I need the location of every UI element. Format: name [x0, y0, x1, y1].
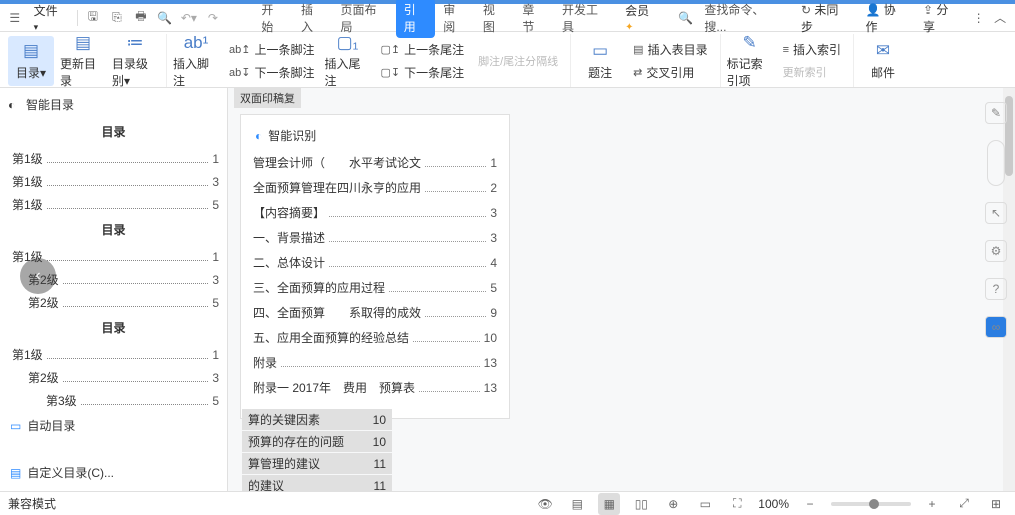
- undo-icon[interactable]: ↶▾: [178, 7, 200, 29]
- rs-pointer-icon[interactable]: ↖: [985, 202, 1007, 224]
- smart-toc-header[interactable]: ◐智能目录: [2, 92, 225, 117]
- tab-start[interactable]: 开始: [253, 0, 293, 38]
- update-index: 更新索引: [779, 62, 845, 82]
- doc-toc-row[interactable]: 五、应用全面预算的经验总结10: [251, 325, 499, 350]
- more-icon[interactable]: ⋮: [968, 7, 990, 29]
- cross-reference[interactable]: ⇄ 交叉引用: [629, 62, 711, 83]
- doc-toc-row[interactable]: 管理会计师（ 水平考试论文1: [251, 150, 499, 175]
- smart-recognize-header[interactable]: ◐ 智能识别: [251, 121, 499, 150]
- prev-endnote[interactable]: ▢↥ 上一条尾注: [376, 39, 468, 60]
- highlighted-lines: 算的关键因素10预算的存在的问题10算管理的建议11的建议11: [242, 408, 392, 496]
- mode-label: 兼容模式: [8, 495, 56, 512]
- file-menu[interactable]: 文件 ▾: [26, 0, 73, 36]
- toc-sample-row[interactable]: 第2级3: [2, 365, 225, 388]
- rs-edit-icon[interactable]: ✎: [985, 102, 1007, 124]
- doc-toc-row[interactable]: 三、全面预算的应用过程5: [251, 275, 499, 300]
- insert-endnote-button[interactable]: ▢₁插入尾注: [324, 36, 370, 86]
- toc-button[interactable]: ▤目录▾: [8, 36, 54, 86]
- tab-references[interactable]: 引用: [396, 0, 436, 38]
- doc-toc-row[interactable]: 一、背景描述3: [251, 225, 499, 250]
- find-icon[interactable]: 🔍: [154, 7, 176, 29]
- caption-button[interactable]: ▭题注: [577, 36, 623, 86]
- coop-button[interactable]: 👤 协作: [857, 0, 915, 38]
- rs-pill[interactable]: [987, 140, 1005, 186]
- sb-focus-icon[interactable]: ⛶: [726, 493, 748, 515]
- sb-web-icon[interactable]: ⊕: [662, 493, 684, 515]
- toc-sample-row[interactable]: 第1级3: [2, 169, 225, 192]
- sb-view1-icon[interactable]: ▤: [566, 493, 588, 515]
- ribbon: ▤目录▾ ▤更新目录 ≔目录级别▾ ab¹插入脚注 ab↥ 上一条脚注 ab↧ …: [0, 32, 1015, 88]
- print-icon[interactable]: 🖶: [130, 7, 152, 29]
- doc-page: ◐ 智能识别 管理会计师（ 水平考试论文1全面预算管理在四川永亨的应用2【内容摘…: [240, 114, 510, 419]
- footnote-separator: 脚注/尾注分隔线: [474, 51, 562, 71]
- rs-help-icon[interactable]: ?: [985, 278, 1007, 300]
- toc-sample-title-2: 目录: [2, 215, 225, 244]
- auto-toc[interactable]: ▭自动目录: [2, 411, 225, 440]
- cursor-overlay: ‹: [20, 258, 56, 294]
- sb-fullscreen-icon[interactable]: ⤢: [953, 493, 975, 515]
- sb-more-icon[interactable]: ⊞: [985, 493, 1007, 515]
- menu-icon[interactable]: ☰: [4, 7, 26, 29]
- update-toc-button[interactable]: ▤更新目录: [60, 36, 106, 86]
- highlight-line: 预算的存在的问题10: [242, 431, 392, 452]
- toc-sample-row[interactable]: 第1级1: [2, 146, 225, 169]
- doc-toc-row[interactable]: 全面预算管理在四川永亨的应用2: [251, 175, 499, 200]
- tab-dev[interactable]: 开发工具: [554, 0, 617, 38]
- rs-settings-icon[interactable]: ⚙: [985, 240, 1007, 262]
- toc-sample-title-1: 目录: [2, 117, 225, 146]
- zoom-label: 100%: [758, 497, 789, 511]
- doc-toc-row[interactable]: 附录13: [251, 350, 499, 375]
- share-button[interactable]: ⇪ 分享: [915, 0, 968, 38]
- search-icon[interactable]: 🔍: [675, 7, 697, 29]
- mail-button[interactable]: ✉邮件: [860, 36, 906, 86]
- sb-outline-icon[interactable]: ▭: [694, 493, 716, 515]
- toc-sample-row[interactable]: 第1级5: [2, 192, 225, 215]
- toc-sample-row[interactable]: 第3级5: [2, 388, 225, 411]
- right-sidebar: ✎ ↖ ⚙ ? ∞: [977, 96, 1015, 338]
- doc-toc-row[interactable]: 二、总体设计4: [251, 250, 499, 275]
- doc-toc-row[interactable]: 附录一 2017年 费用 预算表13: [251, 375, 499, 400]
- toc-dropdown-panel: ◐智能目录 目录 第1级1第1级3第1级5 目录 第1级1第2级3第2级5 目录…: [0, 88, 228, 491]
- doc-toc-row[interactable]: 四、全面预算 系取得的成效9: [251, 300, 499, 325]
- mark-index-button[interactable]: ✎标记索引项: [727, 36, 773, 86]
- doc-toc-row[interactable]: 【内容摘要】3: [251, 200, 499, 225]
- insert-index[interactable]: ≡ 插入索引: [779, 39, 845, 60]
- status-bar: 兼容模式 👁 ▤ ▦ ▯▯ ⊕ ▭ ⛶ 100% − + ⤢ ⊞: [0, 491, 1015, 515]
- tab-insert[interactable]: 插入: [293, 0, 333, 38]
- next-footnote[interactable]: ab↧ 下一条脚注: [225, 62, 318, 83]
- prev-footnote[interactable]: ab↥ 上一条脚注: [225, 39, 318, 60]
- rs-cloud-icon[interactable]: ∞: [985, 316, 1007, 338]
- redo-icon[interactable]: ↷: [202, 7, 224, 29]
- zoom-out-icon[interactable]: −: [799, 493, 821, 515]
- highlight-line: 算的关键因素10: [242, 409, 392, 430]
- zoom-slider[interactable]: [831, 502, 911, 506]
- toc-sample-title-3: 目录: [2, 313, 225, 342]
- insert-tof[interactable]: ▤ 插入表目录: [629, 39, 711, 60]
- tab-review[interactable]: 审阅: [435, 0, 475, 38]
- print-preview-icon[interactable]: ⎘: [106, 7, 128, 29]
- tab-view[interactable]: 视图: [475, 0, 515, 38]
- toc-sample-row[interactable]: 第1级1: [2, 342, 225, 365]
- zoom-in-icon[interactable]: +: [921, 493, 943, 515]
- sb-view2-icon[interactable]: ▦: [598, 493, 620, 515]
- custom-toc[interactable]: ▤自定义目录(C)...: [2, 458, 225, 487]
- sync-status[interactable]: ↻ 未同步: [793, 0, 858, 38]
- collapse-ribbon-icon[interactable]: ︿: [989, 7, 1011, 29]
- sb-eye-icon[interactable]: 👁: [534, 493, 556, 515]
- doc-cutoff-text: 双面印稿复: [234, 88, 301, 108]
- next-endnote[interactable]: ▢↧ 下一条尾注: [376, 62, 468, 83]
- highlight-line: 算管理的建议11: [242, 453, 392, 474]
- menubar: ☰ 文件 ▾ 🖫 ⎘ 🖶 🔍 ↶▾ ↷ 开始 插入 页面布局 引用 审阅 视图 …: [0, 4, 1015, 32]
- sb-book-icon[interactable]: ▯▯: [630, 493, 652, 515]
- tab-chapter[interactable]: 章节: [514, 0, 554, 38]
- insert-footnote-button[interactable]: ab¹插入脚注: [173, 36, 219, 86]
- tab-member[interactable]: 会员✦: [617, 0, 665, 36]
- save-icon[interactable]: 🖫: [82, 7, 104, 29]
- toc-level-button[interactable]: ≔目录级别▾: [112, 36, 158, 86]
